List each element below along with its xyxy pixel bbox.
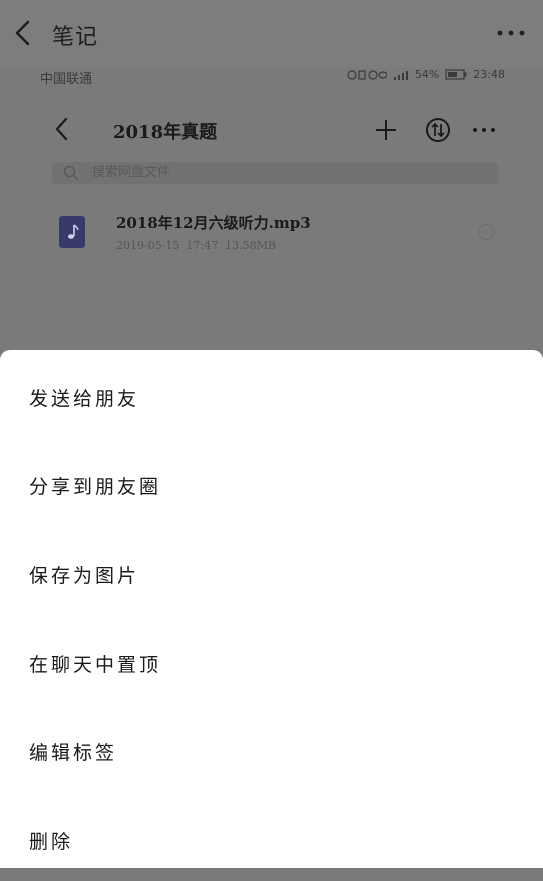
action-sheet: 发送给朋友 分享到朋友圈 保存为图片 在聊天中置顶 编辑标签 删除 [0, 350, 543, 868]
file-time: 17:47 [186, 239, 219, 252]
signal-icon [347, 69, 387, 80]
status-time: 23:48 [473, 68, 505, 81]
inner-back-icon [50, 114, 74, 144]
menu-item-label: 发送给朋友 [29, 388, 140, 410]
menu-item-edit-tags[interactable]: 编辑标签 [0, 704, 543, 792]
status-icons: 54% 23:48 [347, 68, 505, 81]
inner-folder-title: 2018年真题 [113, 122, 218, 143]
menu-item-label: 分享到朋友圈 [29, 476, 162, 498]
search-icon [62, 164, 80, 182]
file-date: 2019-05-15 [116, 239, 180, 252]
inner-search-bar: 搜索网盘文件 [52, 162, 498, 184]
more-horizontal-icon [497, 30, 525, 36]
menu-item-save-as-image[interactable]: 保存为图片 [0, 527, 543, 615]
plus-icon [372, 116, 400, 144]
chevron-left-icon [15, 20, 30, 46]
file-name: 2018年12月六级听力.mp3 [116, 214, 311, 232]
embedded-screenshot [0, 68, 543, 350]
back-button[interactable] [8, 16, 38, 50]
file-size: 13.58MB [225, 239, 276, 252]
menu-item-send-to-friend[interactable]: 发送给朋友 [0, 350, 543, 438]
menu-item-share-to-moments[interactable]: 分享到朋友圈 [0, 438, 543, 526]
file-select-radio [478, 224, 494, 240]
file-meta: 2019-05-15 17:47 13.58MB [116, 239, 276, 252]
page-title: 笔记 [52, 25, 99, 50]
cell-signal-icon [393, 70, 408, 80]
battery-icon [445, 69, 467, 80]
audio-file-icon [59, 216, 85, 248]
battery-percent: 54% [414, 68, 440, 81]
menu-item-pin-in-chat[interactable]: 在聊天中置顶 [0, 616, 543, 704]
status-carrier: 中国联通 [40, 72, 93, 87]
menu-item-label: 保存为图片 [29, 565, 140, 587]
more-button[interactable] [495, 22, 527, 44]
sort-icon [424, 116, 452, 144]
menu-item-label: 编辑标签 [29, 742, 118, 764]
menu-item-label: 删除 [29, 831, 74, 853]
inner-more-icon [470, 118, 498, 142]
menu-item-label: 在聊天中置顶 [29, 654, 162, 676]
